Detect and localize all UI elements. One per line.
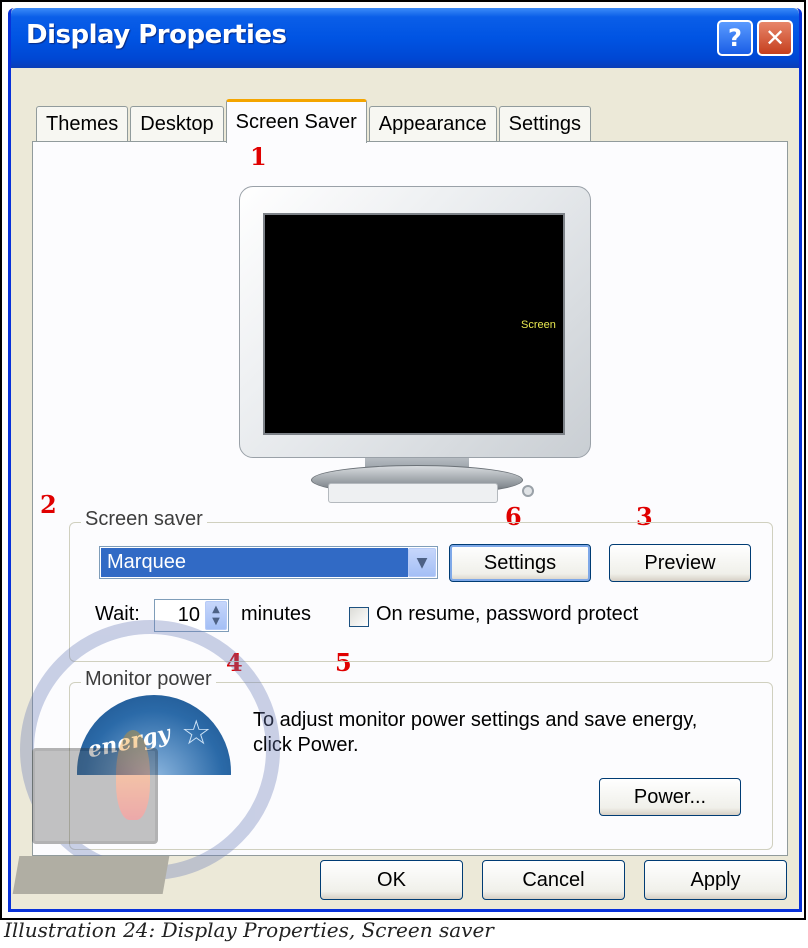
- minutes-label: minutes: [241, 603, 312, 625]
- password-protect-label[interactable]: On resume, password protect: [376, 603, 638, 626]
- cancel-button[interactable]: Cancel: [482, 860, 625, 900]
- tab-settings[interactable]: Settings: [498, 106, 591, 142]
- spin-arrows-icon[interactable]: ▲ ▼: [205, 601, 227, 630]
- display-properties-dialog: Display Properties ? ✕ Themes Desktop Sc…: [8, 8, 802, 912]
- power-led-icon: [522, 485, 534, 497]
- power-button[interactable]: Power...: [599, 778, 741, 816]
- title-bar[interactable]: Display Properties ? ✕: [11, 8, 799, 68]
- tab-appearance[interactable]: Appearance: [368, 106, 497, 142]
- tab-desktop[interactable]: Desktop: [130, 106, 224, 142]
- tab-strip: Themes Desktop Screen Saver Appearance S…: [36, 99, 593, 143]
- tab-themes[interactable]: Themes: [36, 106, 129, 142]
- monitor-power-legend: Monitor power: [81, 668, 216, 691]
- wait-minutes-stepper[interactable]: 10 ▲ ▼: [154, 599, 229, 632]
- settings-button[interactable]: Settings: [449, 544, 591, 582]
- figure-caption: Illustration 24: Display Properties, Scr…: [4, 918, 494, 942]
- apply-button[interactable]: Apply: [644, 860, 787, 900]
- annotation-1: 1: [250, 142, 267, 171]
- ok-button[interactable]: OK: [320, 860, 463, 900]
- tab-screen-saver[interactable]: Screen Saver: [225, 99, 367, 143]
- marquee-preview-text: Screen: [521, 319, 556, 331]
- chevron-down-icon[interactable]: ▼: [408, 548, 436, 577]
- monitor-preview: Screen: [239, 186, 591, 503]
- energy-star-logo: energy ☆: [77, 695, 231, 775]
- monitor-bezel: [328, 483, 498, 503]
- monitor-power-description-line2: click Power.: [253, 734, 359, 756]
- screen-saver-panel: Screen 1 2 3 4 5 6 Screen saver Marquee …: [32, 141, 788, 856]
- screen-saver-selected-value: Marquee: [101, 548, 408, 577]
- preview-button[interactable]: Preview: [609, 544, 751, 582]
- annotation-2: 2: [40, 490, 57, 519]
- help-button[interactable]: ?: [717, 20, 753, 56]
- screen-saver-group: [69, 522, 773, 662]
- close-button[interactable]: ✕: [757, 20, 793, 56]
- password-protect-checkbox[interactable]: [349, 607, 369, 627]
- star-icon: ☆: [181, 713, 212, 753]
- window-title: Display Properties: [26, 20, 287, 50]
- monitor-power-description-line1: To adjust monitor power settings and sav…: [253, 709, 698, 731]
- wait-minutes-value: 10: [177, 604, 200, 626]
- screen-saver-legend: Screen saver: [81, 508, 207, 531]
- wait-label: Wait:: [95, 603, 140, 625]
- preview-screen: Screen: [263, 213, 565, 435]
- screen-saver-select[interactable]: Marquee ▼: [99, 546, 438, 579]
